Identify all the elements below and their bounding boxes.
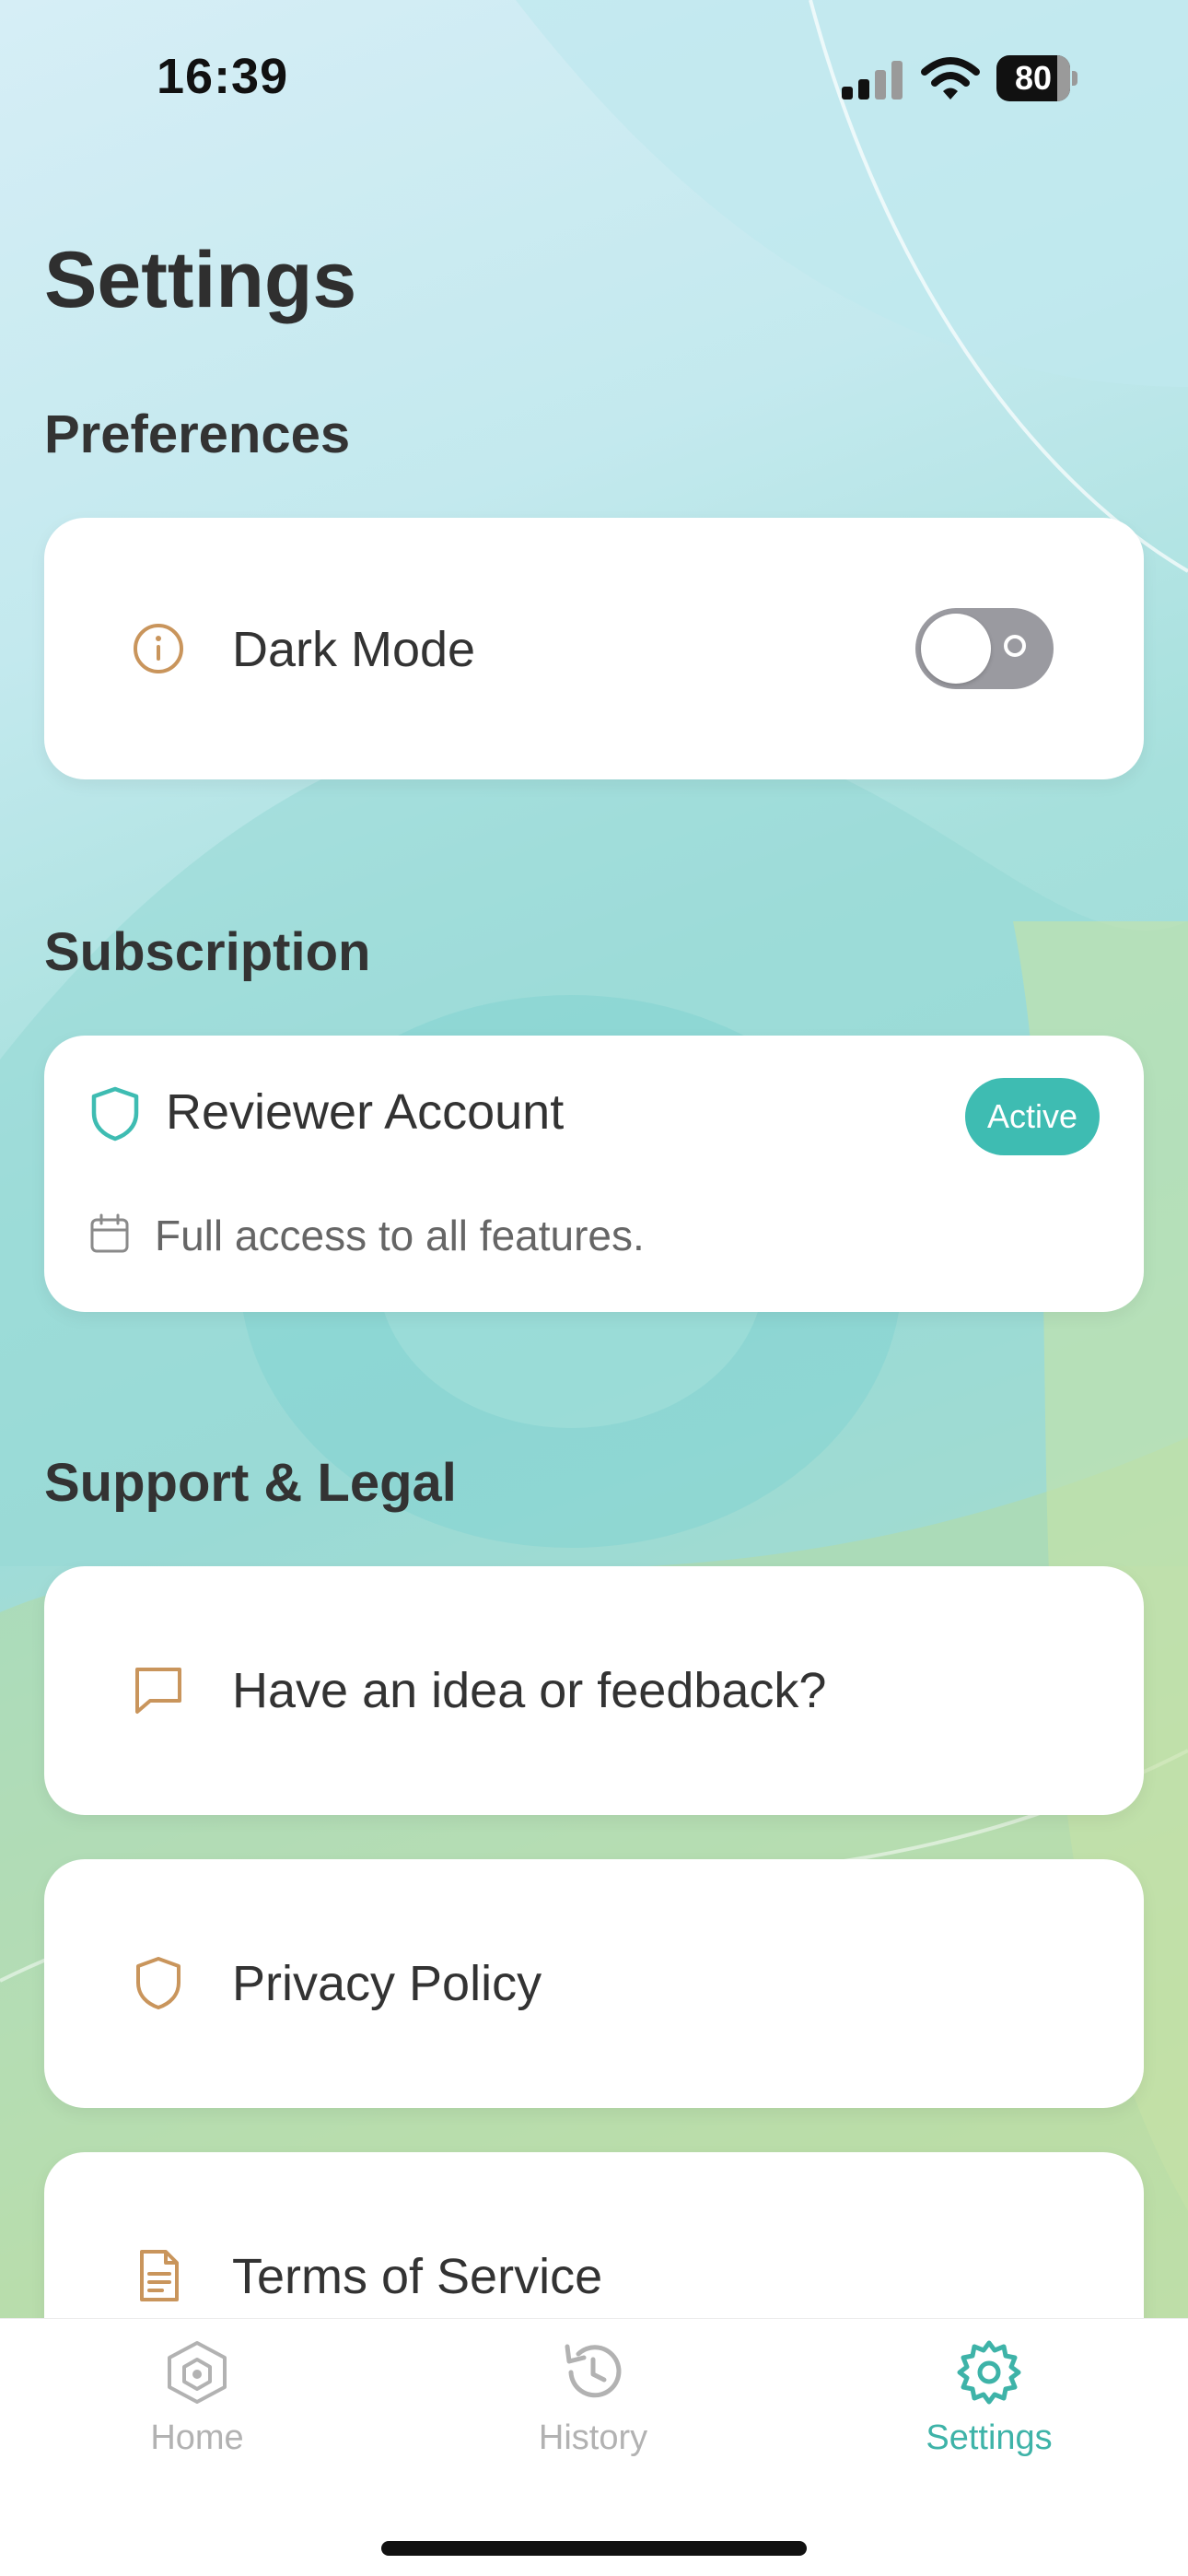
gear-icon [957, 2340, 1021, 2405]
tab-home-label: Home [150, 2418, 244, 2457]
chat-bubble-icon [135, 1668, 181, 1714]
subscription-account-label: Reviewer Account [166, 1084, 565, 1140]
feedback-label: Have an idea or feedback? [232, 1663, 827, 1718]
info-icon [134, 624, 183, 673]
tab-settings[interactable]: Settings [851, 2319, 1127, 2503]
shield-icon [136, 1957, 181, 2009]
terms-of-service-label: Terms of Service [232, 2249, 603, 2304]
privacy-policy-label: Privacy Policy [232, 1956, 542, 2011]
battery-level: 80 [1014, 59, 1053, 97]
history-icon [565, 2344, 622, 2398]
status-time: 16:39 [157, 49, 289, 104]
dark-mode-toggle[interactable] [915, 608, 1054, 689]
section-title-preferences: Preferences [44, 404, 351, 464]
tab-home[interactable]: Home [59, 2319, 335, 2503]
page-title: Settings [44, 236, 357, 324]
battery-icon: 80 [996, 55, 1077, 101]
toggle-knob [921, 614, 991, 684]
subscription-description: Full access to all features. [155, 1212, 645, 1259]
document-icon [140, 2250, 179, 2301]
privacy-policy-row[interactable] [44, 1859, 1144, 2108]
home-icon [168, 2341, 227, 2404]
settings-screen: 16:39 80 Settings Preferences Dark Mode [0, 0, 1188, 2576]
dark-mode-label: Dark Mode [232, 622, 476, 677]
toggle-off-indicator [1004, 635, 1026, 657]
status-bar: 16:39 80 [0, 0, 1188, 157]
wifi-icon [921, 57, 980, 100]
shield-icon [91, 1086, 139, 1142]
tab-history-label: History [538, 2418, 648, 2457]
section-title-subscription: Subscription [44, 922, 371, 982]
tab-settings-label: Settings [926, 2418, 1053, 2457]
status-badge: Active [965, 1078, 1100, 1155]
tab-bar: Home History Settings [0, 2318, 1188, 2576]
tab-history[interactable]: History [455, 2319, 731, 2503]
subscription-card [44, 1036, 1144, 1312]
calendar-icon [90, 1213, 129, 1253]
cellular-signal-icon [842, 61, 903, 100]
section-title-support-legal: Support & Legal [44, 1453, 457, 1513]
home-indicator [381, 2541, 807, 2556]
